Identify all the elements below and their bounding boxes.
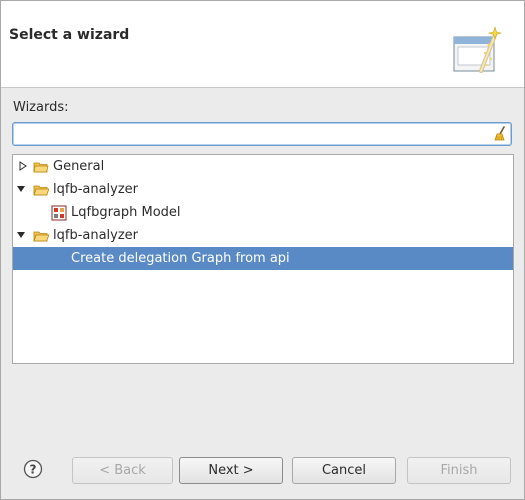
wizard-banner: Select a wizard (1, 1, 524, 88)
wizard-banner-icon (453, 25, 503, 73)
wizard-tree[interactable]: General lqfb-analyzer Lqfbgraph Model lq… (12, 154, 514, 364)
folder-icon (33, 162, 49, 173)
wizard-filter-input[interactable] (17, 125, 487, 143)
back-button[interactable]: < Back (72, 457, 173, 484)
broom-clear-icon[interactable] (492, 126, 508, 142)
next-button[interactable]: Next > (179, 457, 283, 484)
tree-item-lqfb-analyzer-2[interactable]: lqfb-analyzer (13, 224, 513, 247)
tree-item-label: General (53, 159, 105, 174)
svg-text:?: ? (30, 463, 37, 477)
tree-item-label: Create delegation Graph from api (71, 251, 290, 266)
collapse-arrow-icon[interactable] (16, 184, 26, 194)
cancel-button[interactable]: Cancel (292, 457, 396, 484)
help-icon[interactable]: ? (23, 459, 43, 479)
page-title: Select a wizard (9, 27, 130, 43)
tree-item-lqfbgraph-model[interactable]: Lqfbgraph Model (13, 201, 513, 224)
folder-open-icon (33, 185, 49, 196)
collapse-arrow-icon[interactable] (16, 230, 26, 240)
tree-item-create-delegation-graph[interactable]: Create delegation Graph from api (13, 247, 513, 270)
wizards-label: Wizards: (13, 100, 69, 115)
expand-arrow-icon[interactable] (18, 161, 28, 171)
folder-open-icon (33, 231, 49, 242)
wizard-filter-field[interactable] (12, 122, 512, 146)
wizard-dialog: Select a wizard Wizards: General lqfb-an… (0, 0, 525, 500)
tree-item-general[interactable]: General (13, 155, 513, 178)
finish-button[interactable]: Finish (407, 457, 511, 484)
tree-item-label: Lqfbgraph Model (71, 205, 181, 220)
tree-item-label: lqfb-analyzer (53, 228, 139, 243)
model-icon (51, 205, 67, 221)
tree-item-label: lqfb-analyzer (53, 182, 139, 197)
tree-item-lqfb-analyzer[interactable]: lqfb-analyzer (13, 178, 513, 201)
